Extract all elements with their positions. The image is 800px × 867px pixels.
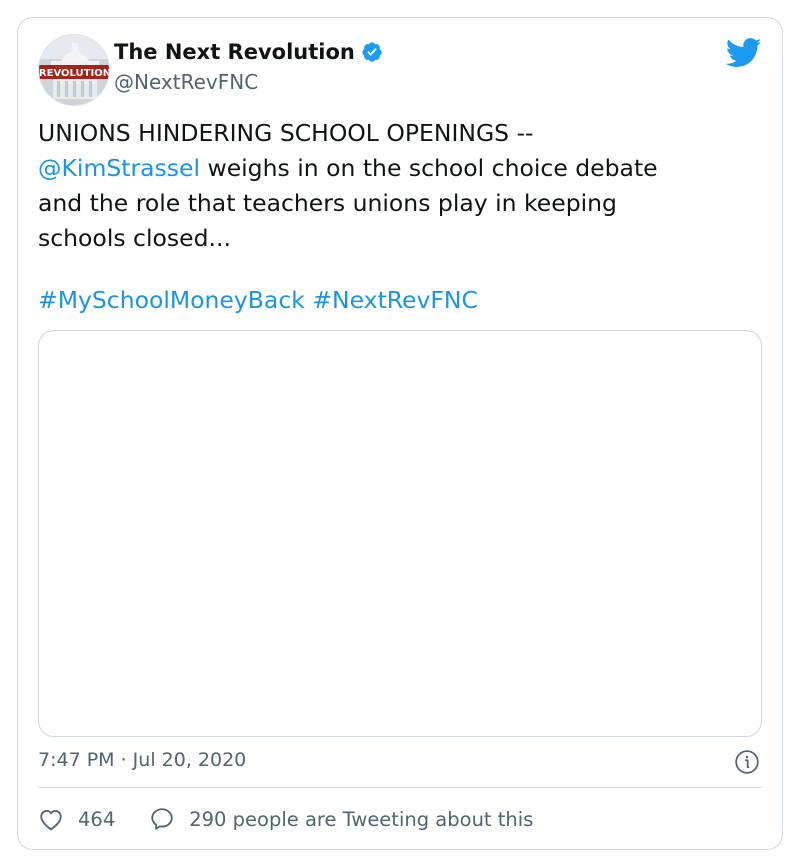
heart-icon [40, 809, 62, 831]
tweet-actions: 464 290 people are Tweeting about this [38, 804, 533, 834]
tweet-line: and the role that teachers unions play i… [38, 189, 617, 217]
tweet-text: UNIONS HINDERING SCHOOL OPENINGS -- @Kim… [38, 116, 764, 256]
tweet-line-text: weighs in on the school choice debate [200, 154, 658, 182]
author-name[interactable]: The Next Revolution [114, 40, 383, 64]
hashtag-link[interactable]: #NextRevFNC [312, 286, 478, 314]
tweet-line: @KimStrassel weighs in on the school cho… [38, 151, 764, 186]
tweet-line: schools closed... [38, 224, 231, 252]
author-handle[interactable]: @NextRevFNC [114, 70, 258, 94]
timestamp[interactable]: 7:47 PM · Jul 20, 2020 [38, 749, 246, 771]
like-count: 464 [78, 807, 116, 831]
avatar-image: REVOLUTION [39, 35, 110, 105]
author-name-text: The Next Revolution [114, 40, 355, 64]
hashtags: #MySchoolMoneyBack #NextRevFNC [38, 283, 478, 318]
verified-badge-icon [361, 41, 383, 63]
tweet-card: REVOLUTION The Next Revolution @NextRevF… [17, 17, 783, 850]
svg-text:REVOLUTION: REVOLUTION [39, 68, 110, 79]
divider [38, 787, 762, 788]
conversation-link[interactable]: 290 people are Tweeting about this [149, 806, 533, 832]
hashtag-link[interactable]: #MySchoolMoneyBack [38, 286, 305, 314]
mention-link[interactable]: @KimStrassel [38, 154, 200, 182]
like-button[interactable]: 464 [38, 807, 115, 831]
conversation-text: 290 people are Tweeting about this [189, 807, 534, 831]
info-icon[interactable] [734, 749, 760, 779]
tweet-line: UNIONS HINDERING SCHOOL OPENINGS -- [38, 119, 534, 147]
media-container[interactable] [38, 330, 762, 737]
twitter-bird-icon[interactable] [725, 38, 762, 72]
avatar[interactable]: REVOLUTION [38, 34, 110, 106]
speech-bubble-icon [151, 808, 173, 830]
